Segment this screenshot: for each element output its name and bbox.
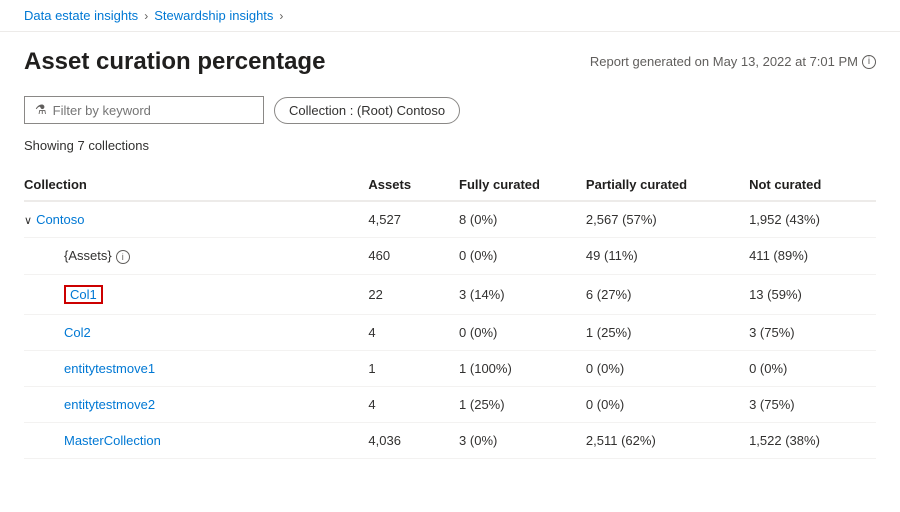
curation-table: Collection Assets Fully curated Partiall… — [24, 169, 876, 459]
cell-collection-assets: {Assets} i — [24, 238, 368, 275]
cell-fully-col2: 0 (0%) — [459, 314, 586, 350]
cell-collection-mastercollection: MasterCollection — [24, 422, 368, 458]
filter-input[interactable] — [53, 103, 253, 118]
cell-not-col2: 3 (75%) — [749, 314, 876, 350]
breadcrumb: Data estate insights › Stewardship insig… — [0, 0, 900, 32]
cell-fully-contoso: 8 (0%) — [459, 201, 586, 238]
cell-collection-contoso: ∨ Contoso — [24, 201, 368, 238]
table-row: entitytestmove111 (100%)0 (0%)0 (0%) — [24, 350, 876, 386]
breadcrumb-stewardship[interactable]: Stewardship insights — [154, 8, 273, 23]
report-info: Report generated on May 13, 2022 at 7:01… — [590, 48, 876, 69]
report-info-icon[interactable]: i — [862, 55, 876, 69]
cell-not-mastercollection: 1,522 (38%) — [749, 422, 876, 458]
table-row: MasterCollection 4,0363 (0%)2,511 (62%)1,… — [24, 422, 876, 458]
table-header-row: Collection Assets Fully curated Partiall… — [24, 169, 876, 201]
cell-assets-mastercollection: 4,036 — [368, 422, 459, 458]
cell-partially-contoso: 2,567 (57%) — [586, 201, 749, 238]
page-title: Asset curation percentage — [24, 48, 325, 76]
link-col2[interactable]: Col2 — [64, 325, 91, 340]
expand-icon-contoso[interactable]: ∨ — [24, 215, 32, 227]
cell-assets-entitytestmove2: 4 — [368, 386, 459, 422]
breadcrumb-data-estate[interactable]: Data estate insights — [24, 8, 138, 23]
cell-not-assets: 411 (89%) — [749, 238, 876, 275]
main-content: Asset curation percentage Report generat… — [0, 32, 900, 483]
cell-not-entitytestmove1: 0 (0%) — [749, 350, 876, 386]
cell-partially-entitytestmove1: 0 (0%) — [586, 350, 749, 386]
cell-collection-col1: Col1 — [24, 274, 368, 314]
cell-fully-entitytestmove2: 1 (25%) — [459, 386, 586, 422]
cell-assets-assets: 460 — [368, 238, 459, 275]
col-header-not-curated: Not curated — [749, 169, 876, 201]
cell-collection-entitytestmove2: entitytestmove2 — [24, 386, 368, 422]
cell-not-contoso: 1,952 (43%) — [749, 201, 876, 238]
table-row: {Assets} i 4600 (0%)49 (11%)411 (89%) — [24, 238, 876, 275]
info-icon-assets[interactable]: i — [116, 250, 130, 264]
link-entitytestmove2[interactable]: entitytestmove2 — [64, 397, 155, 412]
cell-assets-col1: 22 — [368, 274, 459, 314]
cell-not-entitytestmove2: 3 (75%) — [749, 386, 876, 422]
cell-assets-entitytestmove1: 1 — [368, 350, 459, 386]
collection-badge-button[interactable]: Collection : (Root) Contoso — [274, 97, 460, 124]
filter-input-wrapper[interactable]: ⚗ — [24, 96, 264, 124]
cell-partially-mastercollection: 2,511 (62%) — [586, 422, 749, 458]
cell-fully-assets: 0 (0%) — [459, 238, 586, 275]
col-header-fully-curated: Fully curated — [459, 169, 586, 201]
link-mastercollection[interactable]: MasterCollection — [64, 433, 161, 448]
col-header-partially-curated: Partially curated — [586, 169, 749, 201]
cell-assets-col2: 4 — [368, 314, 459, 350]
text-assets: {Assets} — [44, 248, 112, 263]
showing-label: Showing 7 collections — [24, 138, 876, 153]
link-contoso[interactable]: Contoso — [36, 212, 84, 227]
table-row: entitytestmove2 41 (25%)0 (0%)3 (75%) — [24, 386, 876, 422]
col-header-collection: Collection — [24, 169, 368, 201]
link-entitytestmove1[interactable]: entitytestmove1 — [64, 361, 155, 376]
cell-not-col1: 13 (59%) — [749, 274, 876, 314]
page-header: Asset curation percentage Report generat… — [24, 48, 876, 76]
col-header-assets: Assets — [368, 169, 459, 201]
breadcrumb-separator-2: › — [279, 9, 283, 23]
table-row: ∨ Contoso 4,5278 (0%)2,567 (57%)1,952 (43%… — [24, 201, 876, 238]
cell-fully-entitytestmove1: 1 (100%) — [459, 350, 586, 386]
cell-partially-assets: 49 (11%) — [586, 238, 749, 275]
cell-assets-contoso: 4,527 — [368, 201, 459, 238]
report-generated-label: Report generated on May 13, 2022 at 7:01… — [590, 54, 858, 69]
cell-partially-col1: 6 (27%) — [586, 274, 749, 314]
table-row: Col2 40 (0%)1 (25%)3 (75%) — [24, 314, 876, 350]
filters-row: ⚗ Collection : (Root) Contoso — [24, 96, 876, 124]
cell-collection-entitytestmove1: entitytestmove1 — [24, 350, 368, 386]
breadcrumb-separator-1: › — [144, 9, 148, 23]
cell-partially-col2: 1 (25%) — [586, 314, 749, 350]
cell-partially-entitytestmove2: 0 (0%) — [586, 386, 749, 422]
cell-fully-col1: 3 (14%) — [459, 274, 586, 314]
table-row: Col1 223 (14%)6 (27%)13 (59%) — [24, 274, 876, 314]
filter-icon: ⚗ — [35, 102, 47, 118]
cell-collection-col2: Col2 — [24, 314, 368, 350]
cell-fully-mastercollection: 3 (0%) — [459, 422, 586, 458]
link-col1[interactable]: Col1 — [70, 287, 97, 302]
